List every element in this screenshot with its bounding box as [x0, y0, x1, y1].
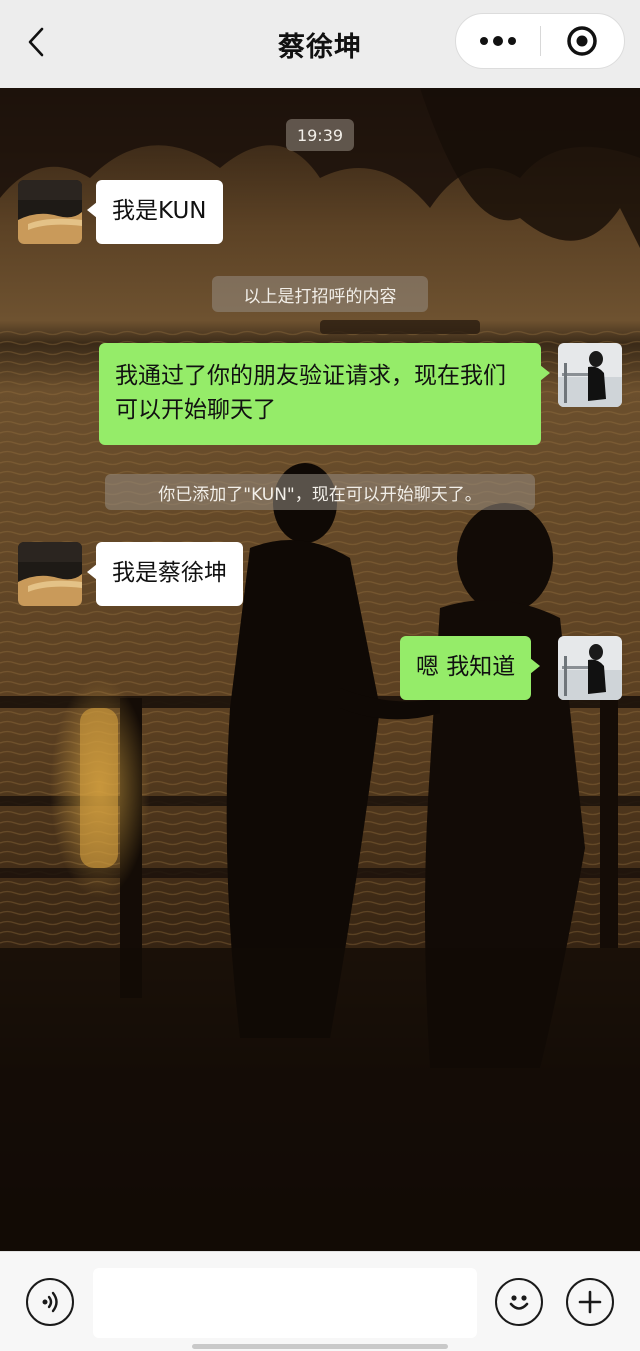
- message-time: 19:39: [286, 119, 354, 151]
- back-button[interactable]: [16, 22, 56, 62]
- close-button[interactable]: [541, 13, 625, 69]
- more-functions-button[interactable]: [566, 1278, 614, 1326]
- chat-area[interactable]: 19:39 我是KUN 以上是打招呼的内容 我通过了你的朋友验证请求，现在我们可…: [0, 88, 640, 1251]
- my-avatar[interactable]: [558, 343, 622, 407]
- top-nav-bar: 蔡徐坤: [0, 0, 640, 88]
- emoji-icon: [509, 1295, 529, 1310]
- chevron-left-icon: [28, 27, 44, 57]
- input-bar: [0, 1251, 640, 1351]
- plus-icon: [578, 1290, 602, 1314]
- mini-program-capsule: [455, 13, 625, 69]
- voice-button[interactable]: [26, 1278, 74, 1326]
- system-message: 以上是打招呼的内容: [212, 276, 428, 312]
- girl-avatar-image: [558, 343, 622, 407]
- system-message: 你已添加了"KUN"，现在可以开始聊天了。: [105, 474, 535, 510]
- home-indicator: [192, 1344, 448, 1349]
- more-button[interactable]: [456, 13, 540, 69]
- emoji-button[interactable]: [495, 1278, 543, 1326]
- sent-message-bubble[interactable]: 我通过了你的朋友验证请求，现在我们可以开始聊天了: [99, 343, 550, 445]
- sent-message-bubble[interactable]: 嗯 我知道: [400, 636, 541, 700]
- desert-avatar-image: [18, 542, 82, 606]
- chat-background-image: [0, 88, 640, 1251]
- contact-avatar[interactable]: [18, 542, 82, 606]
- received-message-bubble[interactable]: 我是KUN: [87, 180, 223, 244]
- contact-avatar[interactable]: [18, 180, 82, 244]
- received-message-bubble[interactable]: 我是蔡徐坤: [87, 542, 243, 606]
- voice-icon: [42, 1291, 58, 1313]
- more-dots-icon: [479, 36, 516, 46]
- target-close-icon: [567, 26, 597, 56]
- girl-avatar-image: [558, 636, 622, 700]
- desert-avatar-image: [18, 180, 82, 244]
- message-input[interactable]: [93, 1268, 477, 1338]
- my-avatar[interactable]: [558, 636, 622, 700]
